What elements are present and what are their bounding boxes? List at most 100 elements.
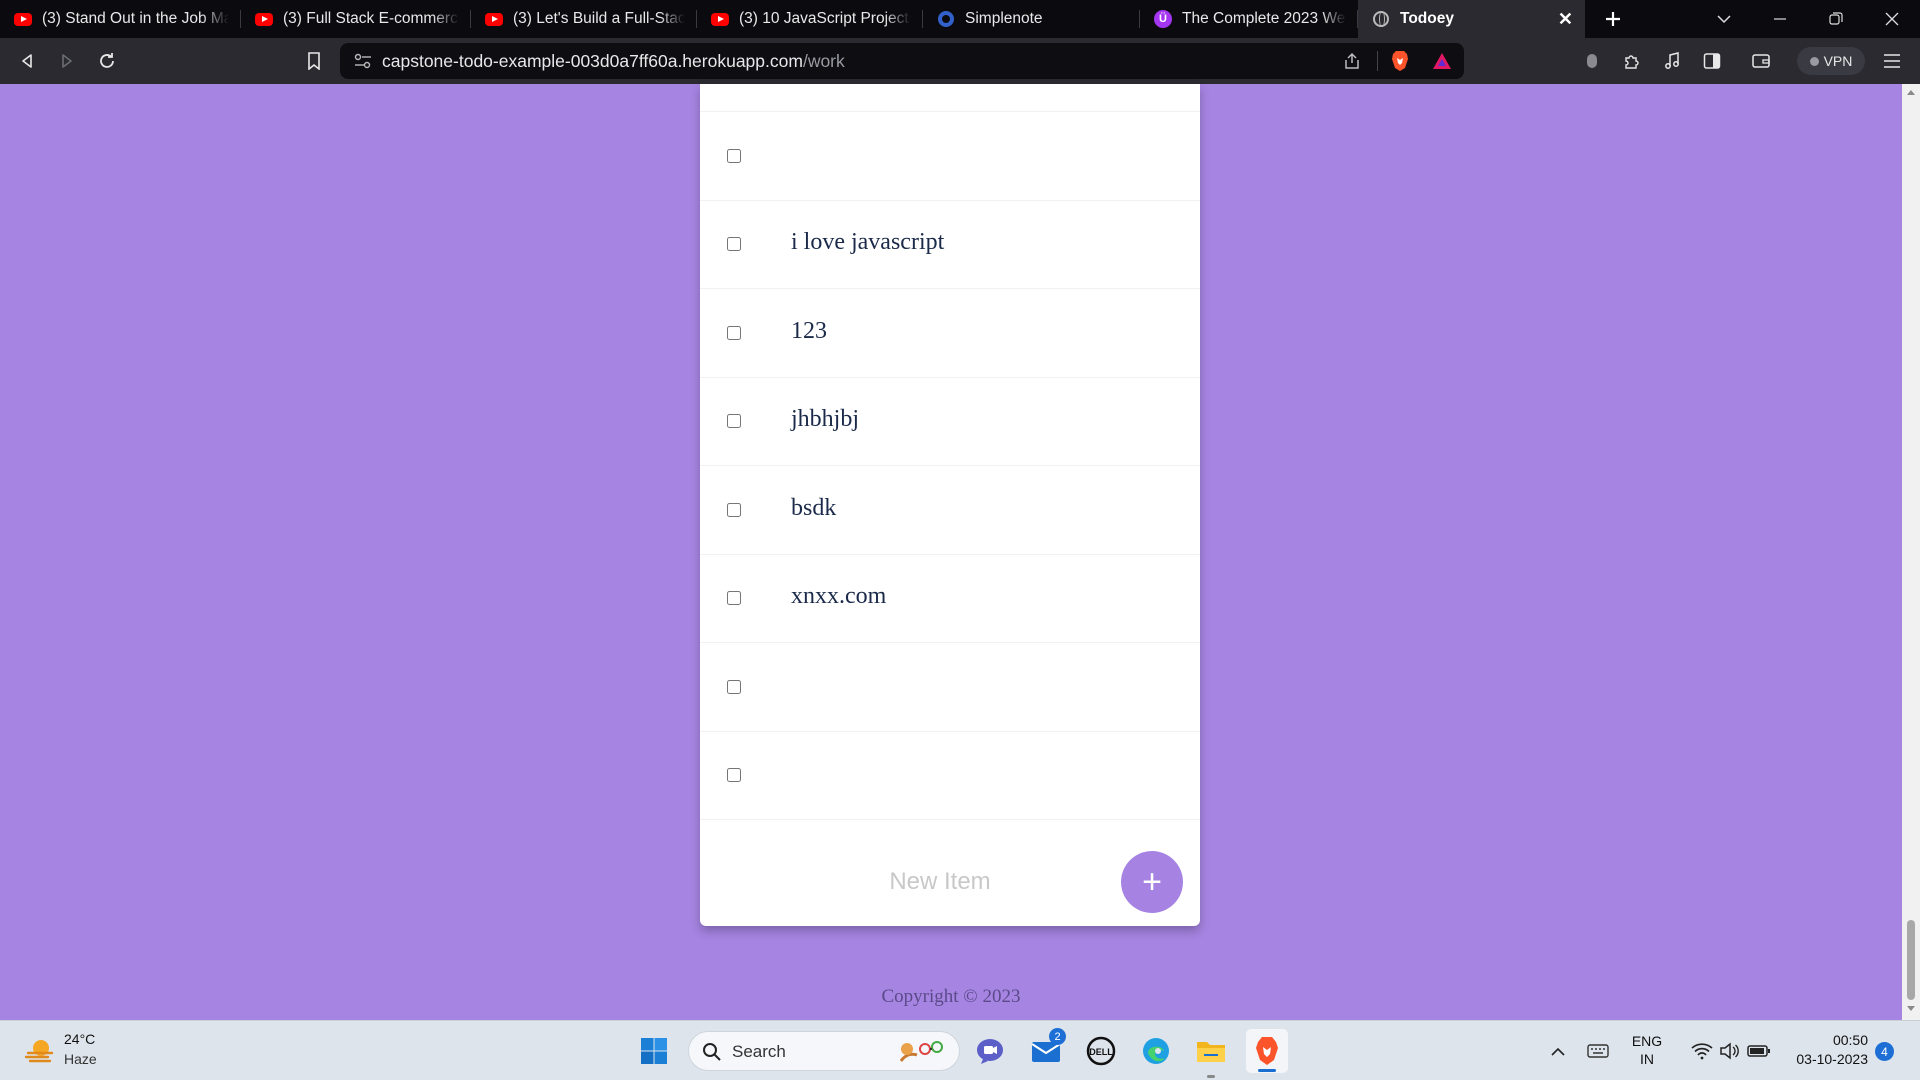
todo-checkbox[interactable] — [727, 591, 741, 605]
language-indicator[interactable]: ENG IN — [1630, 1033, 1664, 1067]
minimize-icon — [1774, 18, 1786, 20]
new-item-input[interactable] — [820, 860, 1060, 904]
new-tab-button[interactable] — [1585, 0, 1641, 38]
todo-checkbox[interactable] — [727, 326, 741, 340]
tab-title: Todoey — [1400, 10, 1454, 27]
svg-text:DELL: DELL — [1089, 1047, 1113, 1057]
restore-button[interactable] — [1808, 0, 1864, 38]
brave-taskbar-button[interactable] — [1246, 1029, 1288, 1073]
search-highlight-icon — [899, 1041, 943, 1062]
add-item-button[interactable]: + — [1121, 851, 1183, 913]
todo-item — [700, 84, 1200, 112]
minimize-button[interactable] — [1752, 0, 1808, 38]
back-arrow-icon — [22, 54, 32, 68]
chevron-down-icon — [1717, 15, 1731, 24]
tab-search-button[interactable] — [1696, 0, 1752, 38]
todo-item — [700, 644, 1200, 732]
browser-toolbar: capstone-todo-example-003d0a7ff60a.herok… — [0, 38, 1920, 84]
hamburger-icon — [1884, 54, 1900, 68]
vpn-label: VPN — [1823, 53, 1853, 69]
tab-youtube-js-projects[interactable]: (3) 10 JavaScript Projects th — [697, 0, 923, 38]
chat-icon — [977, 1039, 1003, 1064]
restore-icon — [1829, 12, 1843, 25]
tab-simplenote[interactable]: Simplenote — [923, 0, 1140, 38]
tab-youtube-job-market[interactable]: (3) Stand Out in the Job Ma — [0, 0, 241, 38]
scrollbar-thumb[interactable] — [1907, 920, 1915, 1000]
clock[interactable]: 00:50 03-10-2023 — [1776, 1032, 1868, 1067]
address-bar[interactable]: capstone-todo-example-003d0a7ff60a.herok… — [340, 43, 1464, 79]
close-window-button[interactable] — [1864, 0, 1920, 38]
site-settings-icon — [354, 53, 371, 69]
search-placeholder: Search — [732, 1042, 786, 1061]
tab-youtube-ecommerce[interactable]: (3) Full Stack E-commerce V — [241, 0, 471, 38]
share-icon — [1345, 52, 1359, 69]
extensions-button[interactable] — [1612, 41, 1652, 81]
todo-item-text: jhbhjbj — [791, 406, 860, 432]
mail-button[interactable]: 2 — [1026, 1028, 1066, 1071]
bookmark-button[interactable] — [294, 41, 334, 81]
tab-youtube-full-stack[interactable]: (3) Let's Build a Full-Stack A — [471, 0, 697, 38]
brave-browser-icon — [1256, 1037, 1278, 1065]
menu-button[interactable] — [1872, 41, 1912, 81]
page-scrollbar[interactable] — [1902, 84, 1920, 1020]
todo-checkbox[interactable] — [727, 149, 741, 163]
scroll-up-icon[interactable] — [1907, 90, 1915, 95]
back-button[interactable] — [7, 41, 47, 81]
edge-icon — [1143, 1038, 1169, 1064]
teams-chat-button[interactable] — [970, 1031, 1010, 1071]
extension-button[interactable] — [1572, 41, 1612, 81]
music-note-icon — [1665, 52, 1679, 69]
haze-weather-icon — [24, 1040, 54, 1063]
todo-checkbox[interactable] — [727, 768, 741, 782]
url-host: capstone-todo-example-003d0a7ff60a.herok… — [382, 50, 803, 71]
clock-time: 00:50 — [1832, 1032, 1868, 1048]
youtube-icon — [14, 10, 32, 28]
dell-logo-icon: DELL — [1086, 1036, 1116, 1066]
weather-description: Haze — [64, 1051, 97, 1067]
tab-title: (3) Full Stack E-commerce V — [283, 10, 459, 27]
running-indicator — [1207, 1075, 1215, 1078]
plus-icon — [1606, 12, 1620, 26]
tab-title: (3) Let's Build a Full-Stack A — [513, 10, 685, 27]
tab-udemy-web-dev[interactable]: Ü The Complete 2023 Web D — [1140, 0, 1358, 38]
media-button[interactable] — [1652, 41, 1692, 81]
region-code: IN — [1640, 1051, 1654, 1067]
tab-todoey[interactable]: Todoey ✕ — [1358, 0, 1585, 38]
notification-badge[interactable]: 4 — [1875, 1042, 1894, 1061]
todo-item-text: bsdk — [791, 495, 837, 521]
windows-taskbar: 24°C Haze Search 2 DELL ENG IN 00:50 03-… — [0, 1020, 1920, 1080]
forward-button[interactable] — [47, 41, 87, 81]
edge-button[interactable] — [1136, 1031, 1176, 1071]
vpn-button[interactable]: VPN — [1797, 47, 1865, 75]
todo-list-card: i love javascript 123 jhbhjbj bsdk xnxx.… — [700, 84, 1200, 926]
weather-widget[interactable] — [20, 1031, 60, 1071]
todo-checkbox[interactable] — [727, 680, 741, 694]
dell-app-button[interactable]: DELL — [1081, 1031, 1121, 1071]
clock-date: 03-10-2023 — [1796, 1051, 1868, 1067]
puzzle-icon — [1625, 55, 1639, 69]
scroll-down-icon[interactable] — [1907, 1006, 1915, 1011]
todo-checkbox[interactable] — [727, 237, 741, 251]
new-item-form: + — [700, 838, 1200, 926]
todo-checkbox[interactable] — [727, 414, 741, 428]
close-tab-icon[interactable]: ✕ — [1558, 9, 1573, 30]
battery-icon — [1747, 1045, 1770, 1057]
todo-item-text: 123 — [791, 318, 827, 344]
todo-item — [700, 732, 1200, 820]
taskbar-search[interactable]: Search — [688, 1031, 960, 1071]
wallet-button[interactable] — [1741, 41, 1781, 81]
todo-checkbox[interactable] — [727, 503, 741, 517]
file-explorer-button[interactable] — [1191, 1031, 1231, 1078]
globe-icon — [1372, 10, 1390, 28]
reload-button[interactable] — [87, 41, 127, 81]
reload-icon — [100, 53, 114, 68]
simplenote-icon — [937, 10, 955, 28]
start-button[interactable] — [634, 1031, 674, 1071]
quick-settings-button[interactable] — [1676, 1031, 1786, 1071]
vpn-status-icon — [1809, 56, 1819, 66]
touch-keyboard-button[interactable] — [1578, 1031, 1618, 1071]
todo-item: bsdk — [700, 467, 1200, 555]
search-icon — [703, 1043, 721, 1061]
show-hidden-icons-button[interactable] — [1538, 1031, 1578, 1071]
sidebar-button[interactable] — [1692, 41, 1732, 81]
